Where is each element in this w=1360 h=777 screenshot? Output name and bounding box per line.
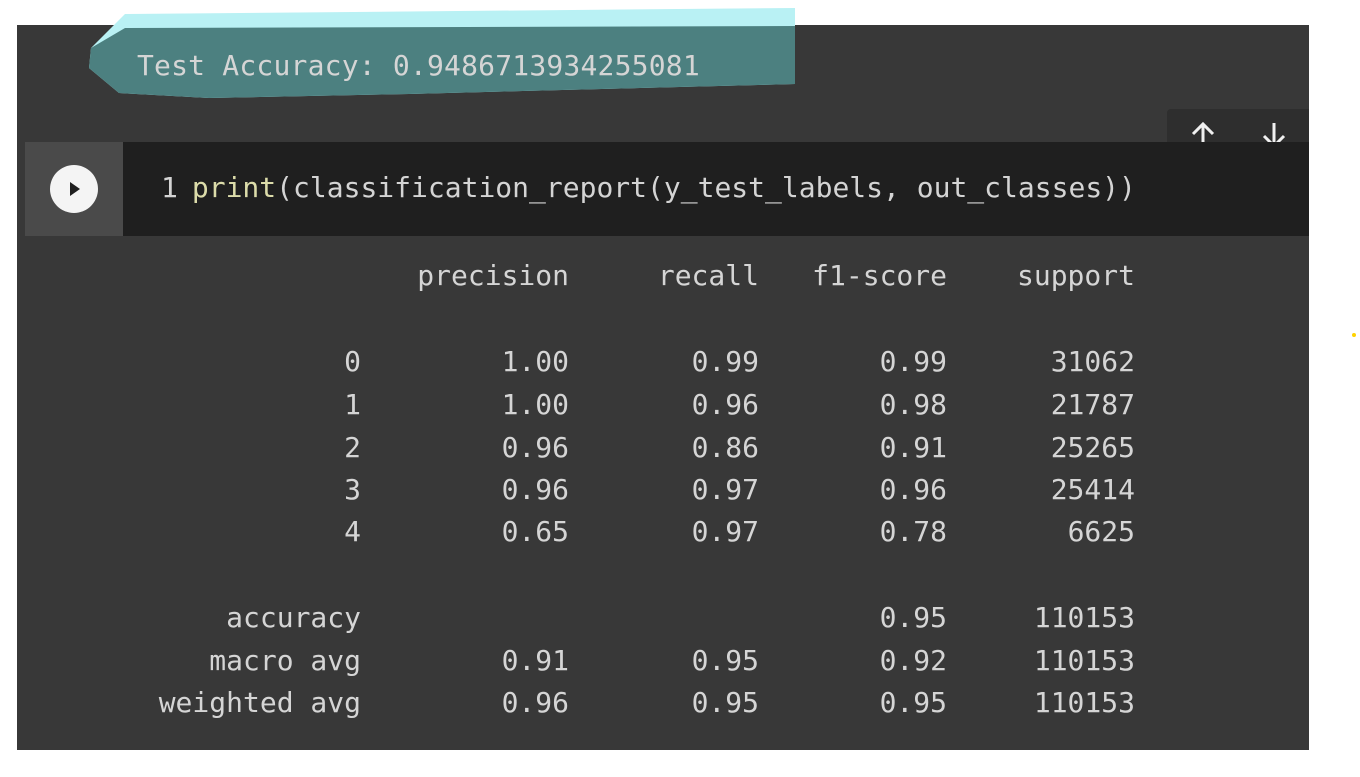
row-f1: 0.99 (879, 345, 947, 378)
cell-gutter (25, 142, 123, 236)
notebook-area: Test Accuracy: 0.9486713934255081 1 print… (17, 8, 1309, 750)
summary-f1: 0.95 (879, 686, 947, 719)
summary-label: weighted avg (158, 686, 361, 719)
row-precision: 0.96 (501, 473, 569, 506)
summary-support: 110153 (1033, 644, 1135, 677)
test-accuracy-output: Test Accuracy: 0.9486713934255081 (137, 49, 700, 82)
summary-recall: 0.95 (691, 686, 759, 719)
row-precision: 0.65 (501, 515, 569, 548)
summary-precision: 0.91 (501, 644, 569, 677)
code-function: print (191, 171, 277, 204)
row-recall: 0.99 (691, 345, 759, 378)
header-f1: f1-score (812, 259, 947, 292)
summary-precision: 0.96 (501, 686, 569, 719)
row-support: 6625 (1067, 515, 1135, 548)
line-number: 1 (161, 171, 178, 204)
summary-label: macro avg (209, 644, 361, 677)
row-support: 25265 (1050, 431, 1135, 464)
run-cell-button[interactable] (50, 165, 98, 213)
summary-f1: 0.92 (879, 644, 947, 677)
row-precision: 1.00 (501, 345, 569, 378)
play-icon (70, 182, 80, 196)
code-cell[interactable]: 1 print(classification_report(y_test_labe… (25, 142, 1309, 236)
row-f1: 0.96 (879, 473, 947, 506)
header-recall: recall (657, 259, 759, 292)
header-support: support (1016, 259, 1135, 292)
row-f1: 0.91 (879, 431, 947, 464)
row-support: 31062 (1050, 345, 1135, 378)
row-recall: 0.97 (691, 473, 759, 506)
summary-recall: 0.95 (691, 644, 759, 677)
code-arguments: (classification_report(y_test_labels, ou… (276, 171, 1136, 204)
row-recall: 0.96 (691, 388, 759, 421)
row-recall: 0.97 (691, 515, 759, 548)
row-precision: 1.00 (501, 388, 569, 421)
row-label: 3 (344, 473, 361, 506)
row-label: 4 (344, 515, 361, 548)
summary-support: 110153 (1033, 601, 1135, 634)
row-precision: 0.96 (501, 431, 569, 464)
summary-support: 110153 (1033, 686, 1135, 719)
row-support: 25414 (1050, 473, 1135, 506)
header-precision: precision (417, 259, 569, 292)
row-support: 21787 (1050, 388, 1135, 421)
annotation-dot (1352, 333, 1356, 337)
summary-f1: 0.95 (879, 601, 947, 634)
row-recall: 0.86 (691, 431, 759, 464)
row-label: 0 (344, 345, 361, 378)
row-f1: 0.98 (879, 388, 947, 421)
code-line[interactable]: 1 print(classification_report(y_test_labe… (161, 171, 1136, 204)
row-f1: 0.78 (879, 515, 947, 548)
row-label: 1 (344, 388, 361, 421)
row-label: 2 (344, 431, 361, 464)
summary-label: accuracy (226, 601, 361, 634)
